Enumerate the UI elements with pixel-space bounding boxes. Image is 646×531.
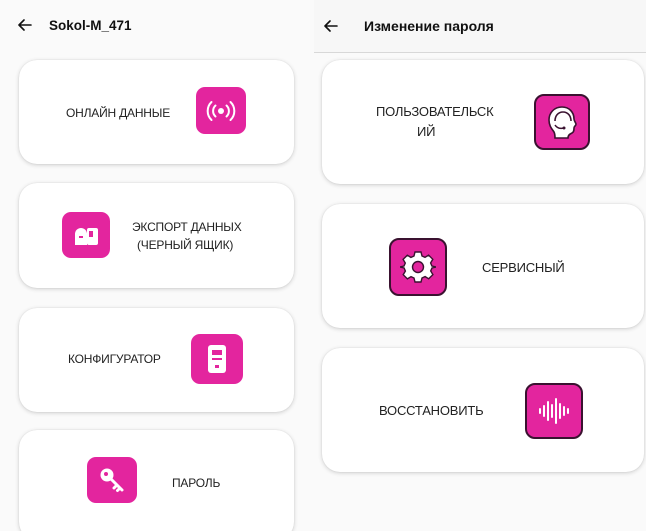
export-data-label-line1: ЭКСПОРТ ДАННЫХ — [132, 220, 242, 234]
broadcast-icon — [196, 87, 246, 134]
restore-password-card[interactable]: ВОССТАНОВИТЬ — [322, 348, 644, 472]
waveform-icon — [525, 383, 583, 439]
back-button[interactable] — [17, 17, 33, 33]
online-data-label: ОНЛАЙН ДАННЫЕ — [66, 106, 170, 120]
left-screen: Sokol-M_471 ОНЛАЙН ДАННЫЕ ЭКСПОРТ ДАННЫХ… — [0, 0, 314, 531]
app-bar: Изменение пароля — [314, 0, 646, 53]
user-password-card[interactable]: ПОЛЬЗОВАТЕЛЬСК ИЙ — [322, 60, 644, 184]
online-data-card[interactable]: ОНЛАЙН ДАННЫЕ — [19, 60, 294, 164]
page-title: Sokol-M_471 — [49, 17, 132, 33]
configurator-card[interactable]: КОНФИГУРАТОР — [19, 308, 294, 412]
arrow-left-icon — [18, 19, 32, 31]
user-label-line1: ПОЛЬЗОВАТЕЛЬСК — [376, 104, 494, 119]
key-icon — [87, 457, 137, 503]
export-data-label-line2: (ЧЕРНЫЙ ЯЩИК) — [137, 238, 234, 252]
user-headset-icon — [534, 94, 590, 150]
gear-icon — [389, 238, 447, 296]
device-icon — [191, 334, 243, 384]
arrow-left-icon — [324, 20, 338, 32]
page-title: Изменение пароля — [364, 18, 494, 34]
restore-label: ВОССТАНОВИТЬ — [379, 403, 484, 418]
configurator-label: КОНФИГУРАТОР — [68, 352, 161, 366]
password-label: ПАРОЛЬ — [172, 476, 221, 490]
back-button[interactable] — [323, 18, 339, 34]
export-data-card[interactable]: ЭКСПОРТ ДАННЫХ (ЧЕРНЫЙ ЯЩИК) — [19, 183, 294, 288]
password-card[interactable]: ПАРОЛЬ — [19, 430, 294, 531]
right-screen: Изменение пароля ПОЛЬЗОВАТЕЛЬСК ИЙ СЕРВИ… — [314, 0, 646, 531]
user-label-line2: ИЙ — [417, 124, 436, 139]
mailbox-icon — [62, 212, 110, 258]
service-password-card[interactable]: СЕРВИСНЫЙ — [322, 204, 644, 328]
app-bar: Sokol-M_471 — [0, 0, 314, 50]
service-label: СЕРВИСНЫЙ — [482, 260, 565, 275]
